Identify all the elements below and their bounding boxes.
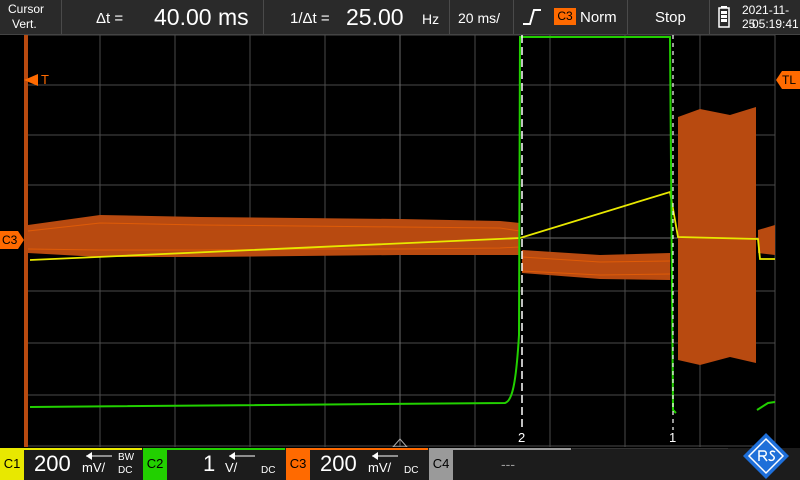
channel2-unit: V/ <box>225 460 238 475</box>
channel4-scale: --- <box>501 456 515 472</box>
channel3-unit: mV/ <box>368 460 392 475</box>
channel1-probe-icon <box>86 452 112 460</box>
inverse-delta-t-value: 25.00 <box>346 4 404 30</box>
delta-t-value: 40.00 ms <box>154 4 249 30</box>
channel4-tag: C4 <box>429 448 453 480</box>
channel1-bandwidth: BW <box>118 452 135 463</box>
cursor-mode-line1: Cursor <box>8 2 45 16</box>
cursor-mode-button[interactable]: Cursor Vert. <box>0 0 62 34</box>
channel2-tag: C2 <box>143 448 167 480</box>
trigger-mode: Norm <box>580 9 617 26</box>
channel3-tag: C3 <box>286 448 310 480</box>
cursor-2-label: 2 <box>518 430 526 445</box>
run-stop-button[interactable]: Stop <box>628 0 710 34</box>
time: 05:19:41 <box>752 17 799 31</box>
trigger-level-label: TL <box>782 73 797 87</box>
trigger-source-badge: C3 <box>554 8 576 25</box>
timebase-value: 20 ms/ <box>458 10 501 26</box>
channel-bar-empty-slot <box>572 448 728 480</box>
channel1-coupling: DC <box>118 465 133 476</box>
waveform-display[interactable] <box>0 35 800 447</box>
channel2-scale: 1 <box>203 451 216 476</box>
channel3-offset-marker[interactable]: C3 <box>0 231 24 249</box>
channel1-tag: C1 <box>0 448 24 480</box>
channel3-scale: 200 <box>320 451 357 476</box>
channel4-settings[interactable]: C4 --- <box>429 448 571 480</box>
channel3-marker-label: C3 <box>2 233 18 247</box>
channel2-coupling: DC <box>261 465 276 476</box>
channel3-probe-icon <box>372 452 398 460</box>
delta-t-readout[interactable]: Δt = 40.00 ms <box>62 0 264 34</box>
run-state: Stop <box>655 9 686 26</box>
rising-edge-icon <box>523 9 541 25</box>
channel2-probe-icon <box>229 452 255 460</box>
cursor-1-label: 1 <box>669 430 677 445</box>
trigger-time-marker[interactable]: T <box>24 72 50 88</box>
trigger-time-label: T <box>41 72 49 87</box>
channel1-unit: mV/ <box>82 460 106 475</box>
battery-icon <box>718 6 730 28</box>
trigger-arrow-icon <box>24 74 38 86</box>
cursor-mode-line2: Vert. <box>12 17 37 31</box>
rs-logo-icon <box>743 433 789 479</box>
status-bar: Cursor Vert. Δt = 40.00 ms 1/Δt = 25.00 … <box>0 0 800 35</box>
inverse-delta-t-unit: Hz <box>422 11 440 27</box>
channel2-settings[interactable]: C2 1 V/ DC <box>143 448 285 480</box>
trigger-button[interactable]: C3 Norm <box>514 0 628 34</box>
channel3-coupling: DC <box>404 465 419 476</box>
timebase-button[interactable]: 20 ms/ <box>450 0 514 34</box>
inverse-delta-t-label: 1/Δt = <box>290 10 330 27</box>
delta-t-label: Δt = <box>96 10 124 27</box>
trigger-level-marker[interactable]: TL <box>776 71 800 89</box>
channel1-settings[interactable]: C1 200 mV/ BW DC <box>0 448 142 480</box>
channel1-scale: 200 <box>34 451 71 476</box>
clock-area: 2021-11-25 05:19:41 <box>710 0 800 34</box>
channel3-settings[interactable]: C3 200 mV/ DC <box>286 448 428 480</box>
inverse-delta-t-readout[interactable]: 1/Δt = 25.00 Hz <box>264 0 450 34</box>
